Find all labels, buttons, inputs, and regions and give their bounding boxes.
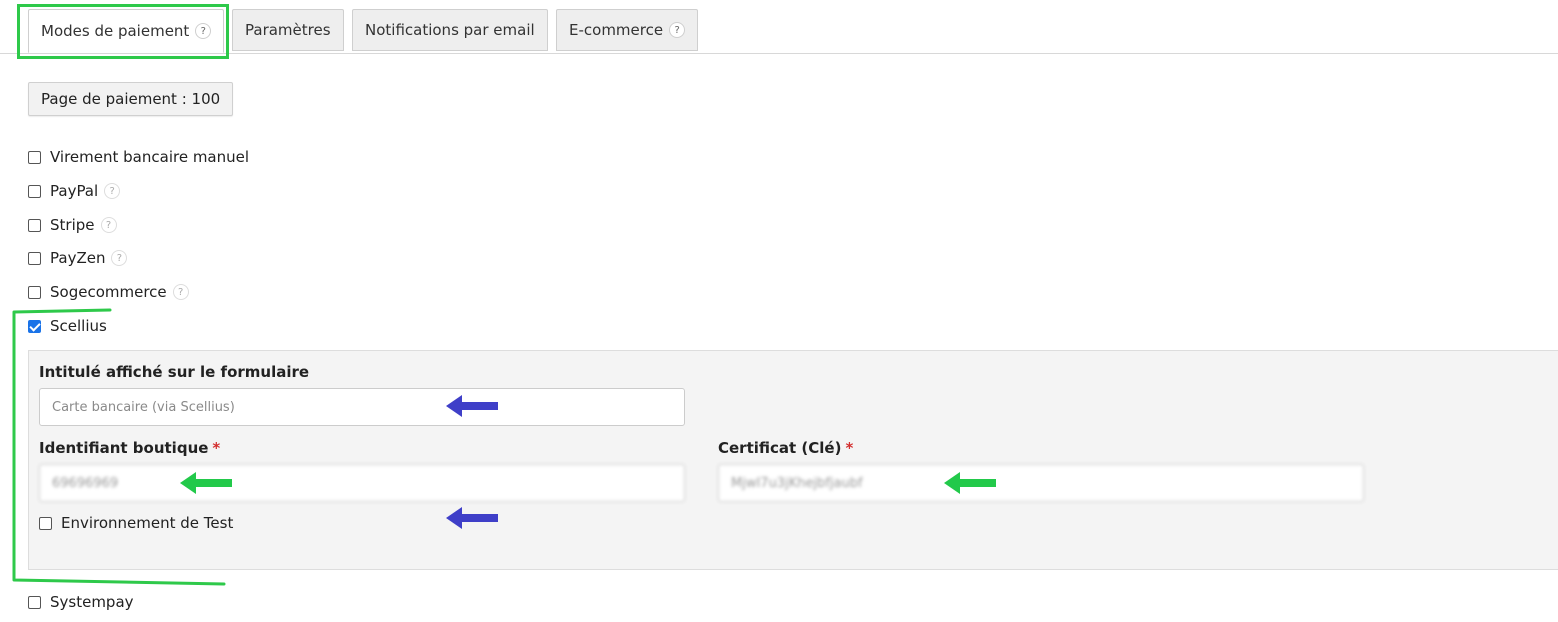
shop-id-field-label: Identifiant boutique * [39,439,221,457]
payment-method-bank-transfer[interactable]: Virement bancaire manuel [28,146,249,168]
payment-method-label: Virement bancaire manuel [50,148,250,166]
help-icon[interactable]: ? [111,250,128,266]
payment-method-payzen[interactable]: PayZen ? [28,247,128,269]
payment-method-label: Sogecommerce [50,283,167,301]
tab-bar: Modes de paiement ? Paramètres Notificat… [0,0,1558,54]
tab-ecommerce[interactable]: E-commerce ? [556,9,699,51]
payment-method-label: Systempay [50,593,134,611]
help-icon[interactable]: ? [195,23,212,39]
payment-method-label: PayPal [50,182,99,200]
help-icon[interactable]: ? [100,217,117,233]
shop-id-input[interactable] [39,464,685,502]
display-label-input[interactable] [39,388,685,426]
payment-method-stripe[interactable]: Stripe ? [28,214,117,236]
help-icon[interactable]: ? [104,183,121,199]
required-mark: * [212,439,221,457]
payment-method-label: PayZen [50,249,106,267]
tab-label: Modes de paiement [41,22,190,40]
payment-page-button[interactable]: Page de paiement : 100 [28,82,234,116]
tab-email-notifications[interactable]: Notifications par email [352,9,548,51]
display-label-field-label: Intitulé affiché sur le formulaire [39,363,310,381]
payment-method-label: Scellius [50,317,107,335]
certificate-field-label: Certificat (Clé) * [718,439,854,457]
checkbox[interactable] [28,285,41,299]
test-environment-label: Environnement de Test [61,514,234,532]
tab-label: Paramètres [245,21,331,39]
checkbox[interactable] [39,516,52,530]
payment-method-paypal[interactable]: PayPal ? [28,180,121,202]
payment-method-label: Stripe [50,216,95,234]
payment-method-scellius[interactable]: Scellius [28,315,107,337]
tab-payment-methods[interactable]: Modes de paiement ? [28,9,225,53]
checkbox[interactable] [28,218,41,232]
tab-label: Notifications par email [365,21,535,39]
payment-method-sogecommerce[interactable]: Sogecommerce ? [28,281,189,303]
certificate-input[interactable] [718,464,1364,502]
checkbox[interactable] [28,150,41,164]
checkbox[interactable] [28,184,41,198]
test-environment-option[interactable]: Environnement de Test [39,512,233,534]
checkbox[interactable] [28,251,41,265]
required-mark: * [845,439,854,457]
help-icon[interactable]: ? [669,22,686,38]
tab-label: E-commerce [569,21,664,39]
checkbox-checked[interactable] [28,319,41,333]
tab-settings[interactable]: Paramètres [232,9,344,51]
payment-method-systempay[interactable]: Systempay [28,591,134,613]
help-icon[interactable]: ? [172,284,189,300]
checkbox[interactable] [28,595,41,609]
scellius-config-panel: Intitulé affiché sur le formulaire Ident… [28,350,1558,570]
